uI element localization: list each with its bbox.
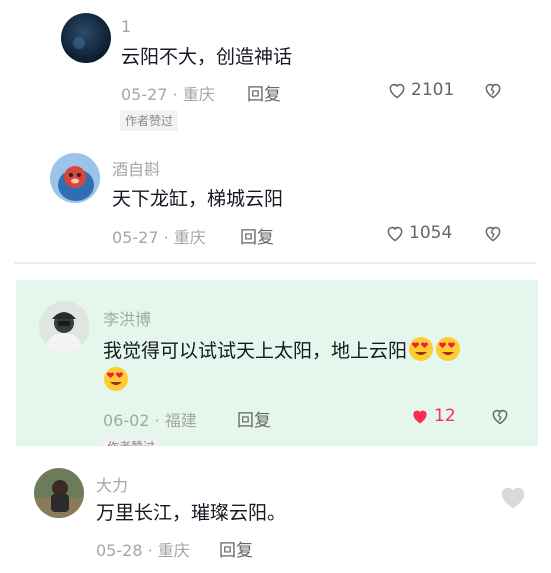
like-button[interactable]: 12: [410, 406, 456, 426]
meta-separator: ·: [154, 411, 160, 430]
reply-button[interactable]: 回复: [240, 223, 274, 248]
like-button[interactable]: 1054: [385, 223, 452, 243]
author-liked-badge: 作者赞过: [120, 110, 179, 131]
comment-text: 云阳不大，创造神话: [121, 46, 293, 68]
comment-date: 05-27: [121, 85, 168, 104]
like-count: 12: [434, 406, 456, 426]
like-button[interactable]: 2101: [387, 80, 454, 100]
meta-separator: ·: [163, 228, 169, 247]
comment-meta: 05-27 · 重庆: [112, 224, 206, 248]
avatar[interactable]: [50, 153, 100, 203]
broken-heart-icon[interactable]: [483, 223, 503, 243]
comment-location: 重庆: [173, 228, 206, 247]
comment-meta: 05-27 · 重庆: [121, 81, 215, 105]
heart-filled-icon: [413, 410, 427, 424]
heart-filled-icon[interactable]: [498, 482, 528, 510]
avatar[interactable]: [61, 13, 111, 63]
comment-location: 福建: [164, 411, 197, 430]
comment-location: 重庆: [182, 85, 215, 104]
like-count: 2101: [411, 80, 455, 100]
meta-separator: ·: [147, 541, 153, 560]
heart-eyes-emoji-icon: [436, 337, 461, 361]
username[interactable]: 大力: [96, 472, 128, 496]
heart-eyes-emoji-icon: [104, 367, 128, 391]
reply-button[interactable]: 回复: [219, 536, 253, 561]
comment-date: 05-27: [112, 228, 159, 247]
username[interactable]: 酒自斟: [112, 156, 160, 180]
username[interactable]: 1: [121, 17, 131, 36]
broken-heart-icon[interactable]: [490, 406, 510, 426]
comment-item-1: 1 云阳不大，创造神话 05-27 · 重庆 回复 2101 作者赞过: [0, 0, 551, 135]
comment-item-3: 李洪博 我觉得可以试试天上太阳，地上云阳 06-02 · 福建 回复 12 作者…: [0, 280, 551, 446]
heart-outline-icon: [389, 83, 405, 99]
comment-text-line-2: [103, 366, 129, 397]
comment-item-4: 大力 万里长江，璀璨云阳。 05-28 · 重庆 回复: [0, 460, 551, 573]
section-divider: [14, 262, 536, 264]
heart-eyes-emoji-icon: [409, 337, 434, 361]
avatar[interactable]: [39, 301, 90, 352]
username[interactable]: 李洪博: [103, 306, 151, 330]
comment-location: 重庆: [157, 541, 190, 560]
comment-meta: 05-28 · 重庆: [96, 537, 190, 561]
comment-date: 06-02: [103, 411, 150, 430]
broken-heart-icon[interactable]: [483, 80, 503, 100]
comment-item-2: 酒自斟 天下龙缸，梯城云阳 05-27 · 重庆 回复 1054: [0, 140, 551, 250]
heart-outline-icon: [387, 226, 403, 242]
avatar[interactable]: [34, 468, 84, 518]
comment-date: 05-28: [96, 541, 143, 560]
comment-meta: 06-02 · 福建: [103, 407, 197, 431]
author-liked-badge: 作者赞过: [102, 436, 161, 446]
reply-button[interactable]: 回复: [247, 80, 281, 105]
comment-text-line: 我觉得可以试试天上太阳，地上云阳: [103, 340, 408, 362]
comment-text: 万里长江，璀璨云阳。: [96, 502, 287, 524]
comment-text: 天下龙缸，梯城云阳: [112, 188, 284, 210]
reply-button[interactable]: 回复: [237, 406, 271, 431]
like-count: 1054: [409, 223, 453, 243]
comment-text: 我觉得可以试试天上太阳，地上云阳: [103, 336, 461, 367]
meta-separator: ·: [172, 85, 178, 104]
